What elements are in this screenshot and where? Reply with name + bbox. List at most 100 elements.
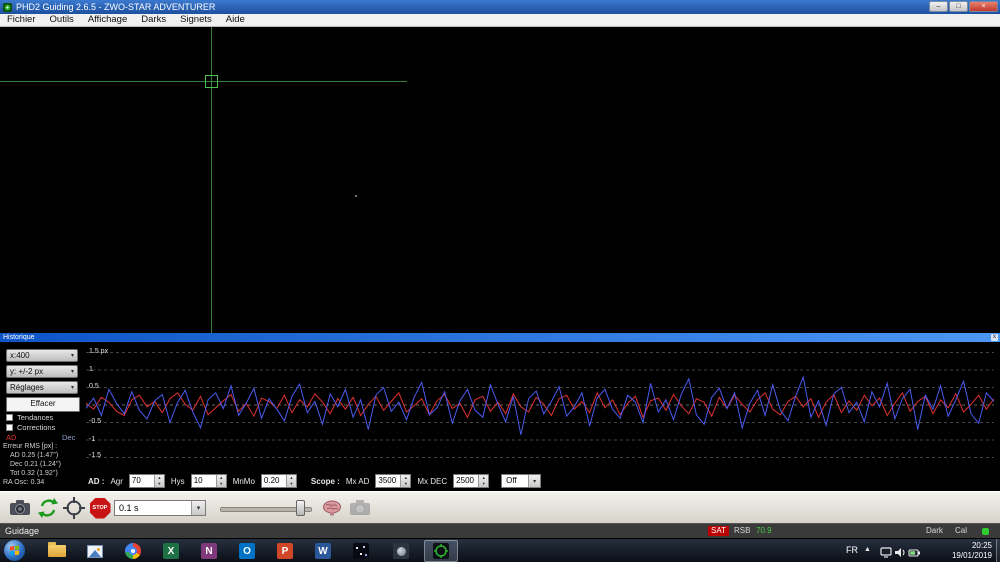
window-titlebar[interactable]: PHD2 Guiding 2.6.5 - ZWO-STAR ADVENTURER… <box>0 0 1000 14</box>
folder-icon <box>48 542 66 557</box>
history-graph: 1.5 px 1 0.5 -0.5 -1 -1.5 <box>86 347 994 463</box>
guide-state-text: Guidage <box>5 526 40 536</box>
camera-settings-icon <box>350 500 370 515</box>
gamma-slider[interactable] <box>220 500 312 516</box>
taskbar-onenote[interactable]: N <box>192 540 226 562</box>
start-button[interactable] <box>4 540 25 561</box>
scope-params-label: Scope : <box>310 476 340 486</box>
chevron-down-icon: ▾ <box>70 369 74 375</box>
taskbar-powerpoint[interactable]: P <box>268 540 302 562</box>
window-controls: – □ × <box>929 1 998 12</box>
maximize-button[interactable]: □ <box>949 1 968 12</box>
history-titlebar[interactable]: Historique x <box>0 333 1000 342</box>
taskbar-astronomy-app[interactable] <box>384 540 418 562</box>
spinner-arrows-icon[interactable]: ▲ ▼ <box>153 475 164 487</box>
mxad-spinner[interactable]: 3500 ▲ ▼ <box>375 474 412 488</box>
spinner-arrows-icon[interactable]: ▲ ▼ <box>478 475 489 487</box>
taskbar-chrome[interactable] <box>116 540 150 562</box>
dark-library-indicator: Dark <box>926 526 943 535</box>
show-desktop-button[interactable] <box>996 539 1000 562</box>
ytick-label: 1.5 px <box>89 348 109 355</box>
graph-settings-dropdown[interactable]: Réglages ▾ <box>6 381 78 394</box>
mxad-label: Mx AD <box>345 476 370 486</box>
spinner-arrows-icon[interactable]: ▲ ▼ <box>285 475 296 487</box>
history-close-icon[interactable]: x <box>991 334 998 341</box>
exposure-dropdown[interactable]: 0.1 s ▾ <box>114 500 206 516</box>
legend-ra: AD <box>6 433 17 442</box>
ytick-label: -1.5 <box>89 452 102 459</box>
guide-target-box <box>205 75 218 88</box>
powerpoint-icon: P <box>277 543 293 559</box>
taskbar-word[interactable]: W <box>306 540 340 562</box>
menu-fichier[interactable]: Fichier <box>0 14 43 26</box>
status-led-green <box>982 528 989 535</box>
ytick-label: -0.5 <box>89 418 102 425</box>
dec-mode-dropdown[interactable]: Off ▾ <box>501 474 542 488</box>
trend-checkbox-row[interactable]: Tendances <box>6 413 53 422</box>
camera-connect-button[interactable] <box>8 496 32 520</box>
stop-button[interactable]: STOP <box>88 496 112 520</box>
excel-icon: X <box>163 543 179 559</box>
history-window: Historique x x:400 ▾ y: +/-2 px ▾ Réglag… <box>0 333 1000 491</box>
slider-thumb[interactable] <box>296 500 305 516</box>
language-indicator[interactable]: FR <box>846 545 858 555</box>
graph-length-dropdown[interactable]: x:400 ▾ <box>6 349 78 362</box>
menu-signets[interactable]: Signets <box>173 14 219 26</box>
close-button[interactable]: × <box>969 1 998 12</box>
camera-view[interactable] <box>0 27 1000 333</box>
windows-taskbar: X N O P W FR ▲ 20:25 19/01/2019 <box>0 538 1000 562</box>
history-body: x:400 ▾ y: +/-2 px ▾ Réglages ▾ Effacer … <box>0 342 1000 491</box>
guide-star[interactable] <box>355 195 357 197</box>
guide-crosshair-icon <box>63 497 85 519</box>
taskbar-outlook[interactable]: O <box>230 540 264 562</box>
start-guiding-button[interactable] <box>62 496 86 520</box>
rms-tot: Tot 0.32 (1.92'') <box>10 470 58 477</box>
spinner-arrows-icon[interactable]: ▲ ▼ <box>400 475 411 487</box>
clear-graph-button[interactable]: Effacer <box>6 397 80 412</box>
outlook-icon: O <box>239 543 255 559</box>
taskbar-clock[interactable]: 20:25 19/01/2019 <box>920 541 992 561</box>
corrections-checkbox[interactable] <box>6 424 13 431</box>
camera-settings-button[interactable] <box>348 496 372 520</box>
windows-logo-icon <box>10 545 19 556</box>
phd2-app-icon <box>3 2 12 12</box>
planet-icon <box>393 543 409 559</box>
menu-bar: Fichier Outils Affichage Darks Signets A… <box>0 14 1000 27</box>
menu-outils[interactable]: Outils <box>43 14 81 26</box>
clock-time: 20:25 <box>971 541 992 550</box>
status-bar: Guidage SAT RSB 70.9 Dark Cal <box>0 523 1000 538</box>
hys-spinner[interactable]: 10 ▲ ▼ <box>190 474 227 488</box>
mnmo-spinner[interactable]: 0.20 ▲ ▼ <box>260 474 297 488</box>
corrections-checkbox-row[interactable]: Corrections <box>6 423 55 432</box>
agr-spinner[interactable]: 70 ▲ ▼ <box>128 474 165 488</box>
chevron-down-icon: ▾ <box>70 353 74 359</box>
graph-yscale-dropdown[interactable]: y: +/-2 px ▾ <box>6 365 78 378</box>
ra-osc: RA Osc: 0.34 <box>3 479 45 486</box>
calibration-indicator: Cal <box>955 526 968 535</box>
taskbar-stellarium[interactable] <box>344 540 378 562</box>
menu-affichage[interactable]: Affichage <box>81 14 134 26</box>
trend-checkbox[interactable] <box>6 414 13 421</box>
menu-aide[interactable]: Aide <box>219 14 252 26</box>
mxdec-spinner[interactable]: 2500 ▲ ▼ <box>453 474 490 488</box>
crosshair-horizontal-line <box>0 81 407 82</box>
taskbar-explorer[interactable] <box>40 540 74 562</box>
snr-label: RSB <box>734 526 751 535</box>
tray-volume-icon[interactable] <box>894 545 906 562</box>
tray-monitor-icon[interactable] <box>880 545 892 562</box>
advanced-settings-button[interactable] <box>320 496 344 520</box>
menu-darks[interactable]: Darks <box>134 14 173 26</box>
chrome-icon <box>125 543 141 559</box>
taskbar-photo-viewer[interactable] <box>78 540 112 562</box>
chevron-down-icon: ▾ <box>191 501 205 515</box>
spinner-arrows-icon[interactable]: ▲ ▼ <box>215 475 226 487</box>
minimize-button[interactable]: – <box>929 1 948 12</box>
tray-expand-icon[interactable]: ▲ <box>864 546 871 553</box>
chevron-down-icon: ▾ <box>70 385 74 391</box>
taskbar-excel[interactable]: X <box>154 540 188 562</box>
legend-dec: Dec <box>62 433 76 442</box>
loop-exposure-button[interactable] <box>36 496 60 520</box>
stop-sign-icon: STOP <box>89 497 111 519</box>
taskbar-phd2-active[interactable] <box>424 540 458 562</box>
chevron-down-icon: ▾ <box>528 475 541 487</box>
